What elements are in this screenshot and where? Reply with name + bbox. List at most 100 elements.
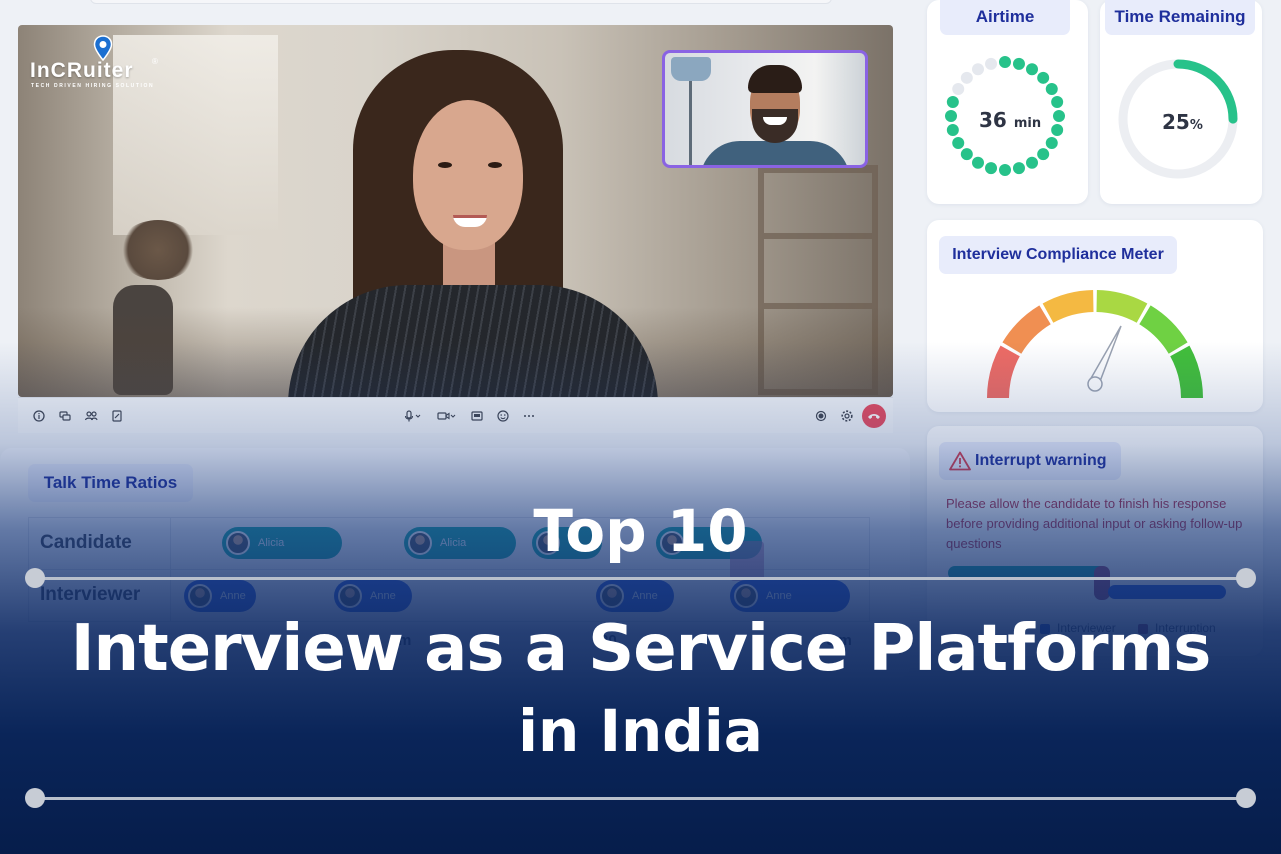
background-plant (118, 220, 198, 280)
interviewer-pip-video[interactable] (662, 50, 868, 168)
airtime-dot (999, 56, 1011, 68)
registered-mark: ® (152, 57, 158, 66)
headline-line-2: Interview as a Service Platforms (70, 612, 1212, 686)
logo-wordmark: InCRuiter (30, 59, 134, 82)
time-remaining-number: 25 (1162, 110, 1190, 134)
airtime-dot (1037, 71, 1050, 84)
airtime-dot (1051, 96, 1064, 109)
interviewer-shirt (700, 141, 850, 165)
headline-line-1: Top 10 (533, 497, 748, 565)
airtime-dot (960, 71, 973, 84)
gauge-segment (1139, 305, 1188, 354)
decorative-rule-bottom (35, 797, 1246, 800)
settings-icon[interactable] (838, 407, 856, 425)
avatar (600, 584, 624, 608)
decorative-rule-top (35, 577, 1246, 580)
row-label-interviewer: Interviewer (40, 584, 141, 605)
airtime-unit: min (1013, 116, 1042, 131)
time-remaining-unit: % (1189, 118, 1203, 133)
airtime-dot (972, 63, 984, 76)
talk-segment-name: Anne (766, 590, 792, 602)
airtime-dot (1051, 123, 1064, 136)
talk-segment[interactable]: Anne (184, 580, 256, 612)
airtime-dot (985, 162, 998, 175)
whiteboard-icon[interactable] (108, 407, 126, 425)
airtime-dot (1026, 156, 1038, 169)
rule-endpoint-dot (1236, 788, 1256, 808)
airtime-dot (952, 137, 965, 149)
interviewer-beard (752, 109, 798, 143)
warning-triangle-icon (949, 451, 971, 471)
interviewer-bar-blue (1108, 585, 1226, 599)
talk-segment-name: Anne (632, 590, 658, 602)
candidate-eye (438, 162, 452, 168)
chat-icon[interactable] (56, 407, 74, 425)
interviewer-hair (748, 65, 802, 93)
airtime-dot (1053, 110, 1065, 122)
airtime-dot (945, 110, 957, 122)
rule-endpoint-dot (25, 788, 45, 808)
top-search-bar[interactable] (90, 0, 832, 4)
talk-segment-name: Anne (220, 590, 246, 602)
airtime-card: Airtime 36 min (927, 0, 1088, 204)
airtime-dot (999, 164, 1011, 176)
camera-icon[interactable] (436, 407, 458, 425)
talk-segment[interactable]: Anne (730, 580, 850, 612)
airtime-dot (972, 156, 984, 169)
participants-icon[interactable] (82, 407, 100, 425)
airtime-dot (1012, 162, 1025, 175)
call-toolbar (18, 397, 893, 433)
airtime-label: Airtime (940, 0, 1070, 35)
info-icon[interactable] (30, 407, 48, 425)
record-icon[interactable] (812, 407, 830, 425)
gauge-segment (1002, 305, 1051, 354)
emoji-icon[interactable] (494, 407, 512, 425)
logo-tagline: TECH DRIVEN HIRING SOLUTION (31, 83, 155, 89)
interrupt-label-text: Interrupt warning (975, 452, 1107, 469)
airtime-number: 36 (979, 108, 1007, 132)
time-remaining-card: Time Remaining 25% (1100, 0, 1262, 204)
talk-segment[interactable]: Anne (334, 580, 412, 612)
airtime-dot (1045, 83, 1058, 95)
airtime-dot (1037, 148, 1050, 161)
compliance-label: Interview Compliance Meter (939, 236, 1177, 274)
candidate-shirt (288, 285, 658, 397)
gauge-needle (1088, 325, 1122, 386)
location-pin-icon (93, 35, 113, 61)
airtime-dot (1012, 57, 1025, 70)
airtime-dot (946, 96, 959, 109)
avatar (188, 584, 212, 608)
incruiter-logo: InCRuiter ® TECH DRIVEN HIRING SOLUTION (30, 35, 160, 89)
gauge-segment (1096, 290, 1148, 323)
rule-endpoint-dot (1236, 568, 1256, 588)
gauge-hub (1087, 376, 1103, 392)
avatar (338, 584, 362, 608)
gauge-segment (987, 345, 1020, 398)
talk-segment[interactable]: Anne (596, 580, 674, 612)
compliance-card: Interview Compliance Meter (927, 220, 1263, 412)
talk-segment-name: Anne (370, 590, 396, 602)
gauge-segment (1042, 290, 1094, 323)
end-call-icon (868, 414, 880, 419)
airtime-dot (960, 148, 973, 161)
rule-endpoint-dot (25, 568, 45, 588)
airtime-dot (952, 83, 965, 95)
airtime-dot (946, 123, 959, 136)
screen-share-icon[interactable] (468, 407, 486, 425)
airtime-dot (1045, 137, 1058, 149)
candidate-video (273, 50, 663, 397)
candidate-eye (488, 162, 502, 168)
interrupt-label: Interrupt warning (939, 442, 1121, 480)
airtime-dot (1026, 63, 1038, 76)
time-remaining-value: 25% (1162, 110, 1203, 134)
interruption-bar (1094, 566, 1110, 600)
airtime-value: 36 min (979, 108, 1041, 132)
end-call-button[interactable] (862, 404, 886, 428)
headline-line-3: in India (518, 697, 763, 765)
pip-lamp-pole (689, 81, 692, 165)
avatar (734, 584, 758, 608)
more-icon[interactable] (520, 407, 538, 425)
microphone-icon[interactable] (402, 407, 424, 425)
gauge-segment (1170, 345, 1203, 398)
candidate-face (413, 100, 523, 250)
